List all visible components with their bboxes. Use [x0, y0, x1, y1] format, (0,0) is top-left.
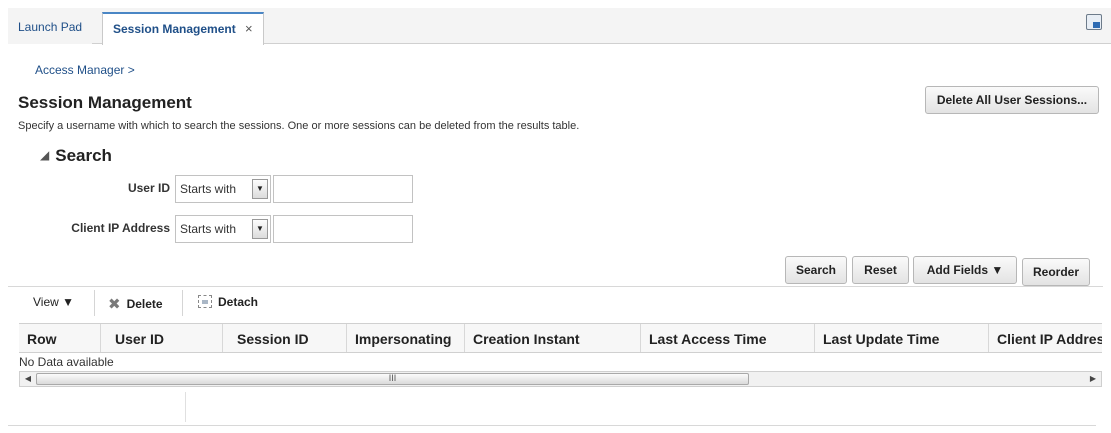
tab-session-management[interactable]: Session Management ×: [102, 12, 264, 45]
divider: [8, 286, 1103, 287]
client-ip-label: Client IP Address: [71, 221, 170, 235]
delete-toolbar-button[interactable]: ✖ Delete: [108, 295, 163, 313]
toolbar-separator: [182, 290, 183, 316]
detach-window-icon[interactable]: [1086, 14, 1102, 30]
collapse-triangle-icon[interactable]: ◢: [40, 148, 49, 162]
detach-icon: [198, 295, 212, 308]
breadcrumb[interactable]: Access Manager >: [35, 63, 135, 77]
tab-session-management-label: Session Management: [113, 22, 236, 36]
page-title: Session Management: [18, 93, 192, 112]
results-table-header: Row User ID Session ID Impersonating Cre…: [19, 323, 1102, 353]
client-ip-input[interactable]: [273, 215, 413, 243]
view-menu[interactable]: View ▼: [33, 295, 74, 309]
column-header-last-update-time[interactable]: Last Update Time: [815, 324, 989, 352]
table-column-divider: [185, 392, 186, 422]
no-data-message: No Data available: [19, 355, 114, 369]
search-section-header[interactable]: ◢ Search: [40, 146, 112, 166]
user-id-label: User ID: [127, 181, 170, 195]
detach-toolbar-button[interactable]: Detach: [198, 295, 258, 309]
user-id-operator-select[interactable]: Starts with ▼: [175, 175, 271, 203]
column-header-impersonating[interactable]: Impersonating: [347, 324, 465, 352]
bottom-divider: [8, 425, 1096, 426]
scroll-right-icon[interactable]: ▶: [1086, 372, 1100, 386]
column-header-last-access-time[interactable]: Last Access Time: [641, 324, 815, 352]
user-id-operator-value: Starts with: [180, 182, 237, 196]
scrollbar-thumb[interactable]: III: [36, 373, 749, 385]
page-description: Specify a username with which to search …: [18, 120, 580, 132]
reorder-button[interactable]: Reorder: [1022, 258, 1090, 286]
scrollbar-grip: III: [388, 373, 397, 383]
column-header-session-id[interactable]: Session ID: [223, 324, 347, 352]
add-fields-button[interactable]: Add Fields ▼: [913, 256, 1017, 284]
horizontal-scrollbar[interactable]: ◀ III ▶: [19, 371, 1102, 387]
column-header-client-ip-address[interactable]: Client IP Address: [989, 324, 1102, 352]
close-icon[interactable]: ×: [245, 14, 253, 44]
search-button[interactable]: Search: [785, 256, 847, 284]
client-ip-operator-value: Starts with: [180, 222, 237, 236]
delete-label: Delete: [126, 297, 163, 311]
detach-label: Detach: [218, 295, 259, 309]
user-id-input[interactable]: [273, 175, 413, 203]
column-header-user-id[interactable]: User ID: [101, 324, 223, 352]
client-ip-operator-select[interactable]: Starts with ▼: [175, 215, 271, 243]
dropdown-arrow-icon[interactable]: ▼: [252, 179, 268, 199]
search-header-label: Search: [55, 146, 112, 165]
column-header-row[interactable]: Row: [19, 324, 101, 352]
dropdown-arrow-icon[interactable]: ▼: [252, 219, 268, 239]
scroll-left-icon[interactable]: ◀: [21, 372, 35, 386]
delete-all-user-sessions-button[interactable]: Delete All User Sessions...: [925, 86, 1099, 114]
toolbar-separator: [94, 290, 95, 316]
delete-x-icon: ✖: [108, 296, 121, 313]
column-header-creation-instant[interactable]: Creation Instant: [465, 324, 641, 352]
tab-bar: Launch Pad Session Management ×: [8, 8, 1111, 45]
reset-button[interactable]: Reset: [852, 256, 909, 284]
tab-launch-pad[interactable]: Launch Pad: [8, 12, 93, 44]
tab-launch-pad-label: Launch Pad: [18, 20, 83, 34]
